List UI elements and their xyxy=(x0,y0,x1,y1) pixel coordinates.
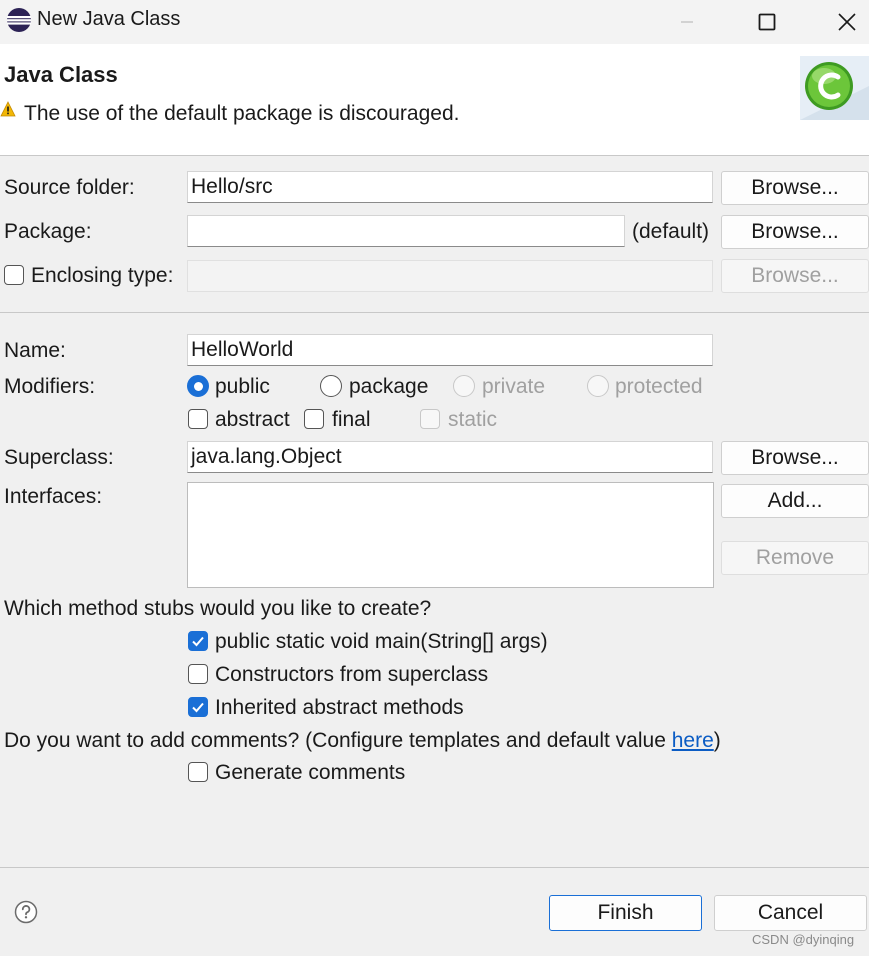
minimize-icon xyxy=(681,21,693,23)
package-browse-button[interactable]: Browse... xyxy=(721,215,869,249)
close-button[interactable] xyxy=(824,0,869,44)
modifier-final-label: final xyxy=(332,408,371,431)
configure-templates-link[interactable]: here xyxy=(672,729,714,752)
eclipse-icon xyxy=(7,8,31,32)
footer-separator xyxy=(0,867,869,868)
modifier-private-radio xyxy=(453,375,475,397)
package-input[interactable] xyxy=(187,215,625,247)
stub-main-label: public static void main(String[] args) xyxy=(215,630,548,653)
stub-constructors-checkbox[interactable] xyxy=(188,664,208,684)
package-default-label: (default) xyxy=(632,220,710,243)
stub-inherited-label: Inherited abstract methods xyxy=(215,696,464,719)
maximize-icon xyxy=(758,13,776,31)
stub-main-checkbox[interactable] xyxy=(188,631,208,651)
wizard-banner xyxy=(0,44,869,156)
java-class-wizard-icon xyxy=(800,56,869,120)
modifier-private-label: private xyxy=(482,375,546,398)
modifier-static-label: static xyxy=(448,408,498,431)
minimize-button[interactable] xyxy=(664,0,710,44)
comments-question-text: Do you want to add comments? (Configure … xyxy=(4,729,672,752)
help-icon[interactable] xyxy=(14,900,38,924)
checkmark-icon xyxy=(192,636,204,647)
method-stubs-question: Which method stubs would you like to cre… xyxy=(4,597,432,620)
modifier-final-checkbox[interactable] xyxy=(304,409,324,429)
package-label: Package: xyxy=(4,220,92,243)
modifier-protected-radio xyxy=(587,375,609,397)
name-input[interactable]: HelloWorld xyxy=(187,334,713,366)
modifier-package-radio[interactable] xyxy=(320,375,342,397)
stub-inherited-checkbox[interactable] xyxy=(188,697,208,717)
stub-constructors-label: Constructors from superclass xyxy=(215,663,489,686)
modifiers-label: Modifiers: xyxy=(4,375,96,398)
superclass-input[interactable]: java.lang.Object xyxy=(187,441,713,473)
modifier-static-checkbox xyxy=(420,409,440,429)
banner-separator xyxy=(0,155,869,156)
superclass-browse-button[interactable]: Browse... xyxy=(721,441,869,475)
modifier-abstract-checkbox[interactable] xyxy=(188,409,208,429)
generate-comments-label: Generate comments xyxy=(215,761,406,784)
enclosing-type-checkbox[interactable] xyxy=(4,265,24,285)
source-folder-input[interactable]: Hello/src xyxy=(187,171,713,203)
maximize-button[interactable] xyxy=(744,0,790,44)
section-separator xyxy=(0,312,869,313)
interfaces-add-button[interactable]: Add... xyxy=(721,484,869,518)
source-folder-browse-button[interactable]: Browse... xyxy=(721,171,869,205)
name-label: Name: xyxy=(4,339,66,362)
interfaces-label: Interfaces: xyxy=(4,485,103,508)
banner-message: The use of the default package is discou… xyxy=(24,102,460,125)
modifier-abstract-label: abstract xyxy=(215,408,290,431)
modifier-public-radio[interactable] xyxy=(187,375,209,397)
modifier-package-label: package xyxy=(349,375,429,398)
enclosing-type-browse-button: Browse... xyxy=(721,259,869,293)
window-title: New Java Class xyxy=(37,8,181,30)
cancel-button[interactable]: Cancel xyxy=(714,895,867,931)
superclass-label: Superclass: xyxy=(4,446,114,469)
watermark: CSDN @dyinqing xyxy=(752,932,855,947)
comments-question: Do you want to add comments? (Configure … xyxy=(4,729,721,753)
modifier-protected-label: protected xyxy=(615,375,703,398)
interfaces-list[interactable] xyxy=(187,482,714,588)
finish-button[interactable]: Finish xyxy=(549,895,702,931)
comments-question-suffix: ) xyxy=(713,729,721,752)
close-icon xyxy=(838,13,856,31)
source-folder-label: Source folder: xyxy=(4,176,135,199)
warning-icon xyxy=(0,101,16,117)
checkmark-icon xyxy=(192,702,204,713)
enclosing-type-label: Enclosing type: xyxy=(31,264,174,287)
interfaces-remove-button: Remove xyxy=(721,541,869,575)
enclosing-type-input xyxy=(187,260,713,292)
page-title: Java Class xyxy=(4,62,118,87)
modifier-public-label: public xyxy=(215,375,270,398)
generate-comments-checkbox[interactable] xyxy=(188,762,208,782)
